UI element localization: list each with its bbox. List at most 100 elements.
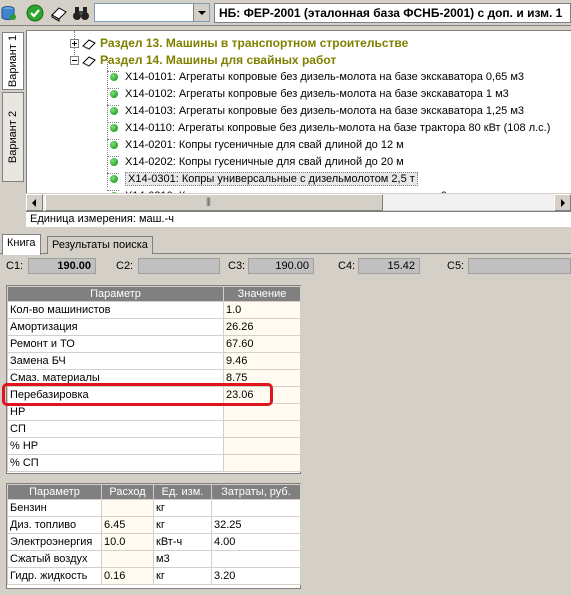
- eraser-icon[interactable]: [50, 4, 68, 22]
- tab-variant-1[interactable]: Вариант 1: [2, 32, 24, 90]
- table-row[interactable]: % СП: [7, 454, 301, 472]
- machine-icon: [110, 107, 118, 116]
- column-header-cost[interactable]: Затраты, руб.: [211, 484, 301, 500]
- scroll-left-icon[interactable]: [26, 194, 43, 211]
- tree-item[interactable]: Х14-0202: Копры гусеничные для свай длин…: [110, 154, 404, 170]
- param-name: НР: [7, 403, 224, 421]
- tree-item[interactable]: Х14-0201: Копры гусеничные для свай длин…: [110, 137, 404, 153]
- param-name: Перебазировка: [7, 386, 224, 404]
- table-row[interactable]: Бензин кг: [7, 499, 301, 517]
- tab-book[interactable]: Книга: [2, 234, 41, 255]
- resource-cost: [211, 499, 301, 517]
- tree-item[interactable]: Х14-0110: Агрегаты копровые без дизель-м…: [110, 120, 550, 136]
- tree-item-label: Х14-0201: Копры гусеничные для свай длин…: [125, 139, 404, 151]
- machine-params-grid[interactable]: Параметр Значение Кол-во машинистов 1.0 А…: [6, 285, 301, 474]
- tree-section-label: Раздел 13. Машины в транспортном строите…: [100, 36, 409, 50]
- tab-variant-1-label: Вариант 1: [7, 34, 19, 88]
- scroll-right-icon[interactable]: [554, 194, 571, 211]
- resource-consumption[interactable]: [101, 499, 154, 517]
- c1-label: C1:: [6, 260, 24, 272]
- table-row[interactable]: Ремонт и ТО 67.60: [7, 335, 301, 353]
- binoculars-icon[interactable]: [72, 4, 90, 22]
- column-header-param[interactable]: Параметр: [7, 484, 102, 500]
- resource-consumption[interactable]: 10.0: [101, 533, 154, 551]
- table-row[interactable]: Замена БЧ 9.46: [7, 352, 301, 370]
- resource-unit: кВт-ч: [153, 533, 212, 551]
- resource-cost: 4.00: [211, 533, 301, 551]
- table-row[interactable]: Диз. топливо 6.45 кг 32.25: [7, 516, 301, 534]
- tree-item-label: Х14-0301: Копры универсальные с дизельмо…: [125, 172, 418, 186]
- param-value[interactable]: 23.06: [223, 386, 301, 404]
- c5-value: [468, 258, 571, 274]
- resource-consumption[interactable]: [101, 550, 154, 568]
- column-header-value[interactable]: Значение: [223, 286, 301, 302]
- c2-label: C2:: [116, 260, 134, 272]
- expand-icon[interactable]: [70, 39, 79, 49]
- table-row[interactable]: Электроэнергия 10.0 кВт-ч 4.00: [7, 533, 301, 551]
- tree-section[interactable]: Раздел 14. Машины для свайных работ: [70, 52, 336, 68]
- table-row[interactable]: Амортизация 26.26: [7, 318, 301, 336]
- resource-unit: кг: [153, 499, 212, 517]
- variant-tabs: Вариант 1 Вариант 2: [0, 26, 26, 236]
- column-header-param[interactable]: Параметр: [7, 286, 224, 302]
- table-row-highlighted[interactable]: Перебазировка 23.06: [7, 386, 301, 404]
- param-value[interactable]: [223, 420, 301, 438]
- tree-item-label: Х14-0110: Агрегаты копровые без дизель-м…: [125, 122, 551, 134]
- tree-section[interactable]: Раздел 13. Машины в транспортном строите…: [70, 35, 408, 51]
- param-name: СП: [7, 420, 224, 438]
- tab-variant-2[interactable]: Вариант 2: [2, 92, 24, 182]
- param-value[interactable]: [223, 454, 301, 472]
- table-row[interactable]: % НР: [7, 437, 301, 455]
- base-combo[interactable]: [94, 3, 210, 22]
- param-value[interactable]: 26.26: [223, 318, 301, 336]
- machine-icon: [110, 175, 118, 184]
- table-row[interactable]: Сжатый воздух м3: [7, 550, 301, 568]
- resource-consumption[interactable]: 0.16: [101, 567, 154, 585]
- classifier-tree[interactable]: Раздел 13. Машины в транспортном строите…: [26, 30, 571, 210]
- resource-consumption[interactable]: 6.45: [101, 516, 154, 534]
- resource-unit: кг: [153, 516, 212, 534]
- param-value[interactable]: 8.75: [223, 369, 301, 387]
- resource-name: Электроэнергия: [7, 533, 102, 551]
- param-value[interactable]: [223, 437, 301, 455]
- cost-bar: C1: 190.00 C2: C3: 190.00 C4: 15.42 C5:: [0, 255, 571, 277]
- tree-item-label: Х14-0101: Агрегаты копровые без дизель-м…: [125, 71, 525, 83]
- column-header-consumption[interactable]: Расход: [101, 484, 154, 500]
- tree-item-selected[interactable]: Х14-0301: Копры универсальные с дизельмо…: [110, 171, 418, 187]
- param-value[interactable]: 1.0: [223, 301, 301, 319]
- tree-item[interactable]: Х14-0103: Агрегаты копровые без дизель-м…: [110, 103, 524, 119]
- toolbar: НБ: ФЕР-2001 (эталонная база ФСНБ-2001) …: [0, 0, 571, 26]
- param-name: Ремонт и ТО: [7, 335, 224, 353]
- chevron-down-icon[interactable]: [193, 4, 209, 21]
- table-row[interactable]: СП: [7, 420, 301, 438]
- param-value[interactable]: 9.46: [223, 352, 301, 370]
- column-header-unit[interactable]: Ед. изм.: [153, 484, 212, 500]
- tree-item[interactable]: Х14-0101: Агрегаты копровые без дизель-м…: [110, 69, 524, 85]
- resource-name: Диз. топливо: [7, 516, 102, 534]
- tab-search-results-label: Результаты поиска: [52, 239, 148, 251]
- c4-value: 15.42: [358, 258, 420, 274]
- table-row[interactable]: Кол-во машинистов 1.0: [7, 301, 301, 319]
- tree-item[interactable]: Х14-0102: Агрегаты копровые без дизель-м…: [110, 86, 509, 102]
- tree-horizontal-scrollbar[interactable]: [26, 193, 571, 211]
- param-value[interactable]: [223, 403, 301, 421]
- checkmark-icon[interactable]: [26, 4, 44, 22]
- database-icon[interactable]: [0, 4, 18, 22]
- resource-name: Сжатый воздух: [7, 550, 102, 568]
- resources-grid[interactable]: Параметр Расход Ед. изм. Затраты, руб. Б…: [6, 483, 301, 589]
- table-row[interactable]: Смаз. материалы 8.75: [7, 369, 301, 387]
- c1-value: 190.00: [28, 258, 96, 274]
- c3-label: C3:: [228, 260, 246, 272]
- scrollbar-thumb[interactable]: [45, 194, 383, 211]
- table-row[interactable]: Гидр. жидкость 0.16 кг 3.20: [7, 567, 301, 585]
- machine-icon: [110, 90, 118, 99]
- book-icon: [82, 56, 96, 67]
- param-value[interactable]: 67.60: [223, 335, 301, 353]
- param-name: Замена БЧ: [7, 352, 224, 370]
- param-name: Кол-во машинистов: [7, 301, 224, 319]
- resource-unit: м3: [153, 550, 212, 568]
- table-row[interactable]: НР: [7, 403, 301, 421]
- param-name: Амортизация: [7, 318, 224, 336]
- tab-search-results[interactable]: Результаты поиска: [47, 236, 153, 254]
- collapse-icon[interactable]: [70, 56, 79, 66]
